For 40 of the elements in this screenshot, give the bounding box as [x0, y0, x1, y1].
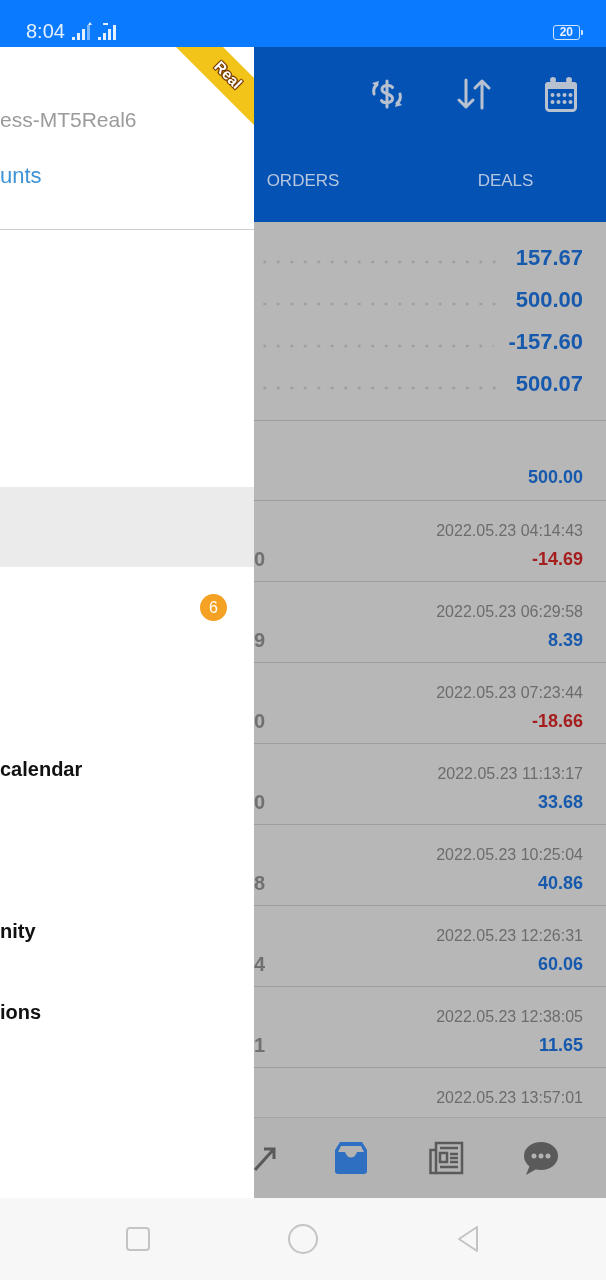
deal-profit: -18.66	[531, 710, 583, 732]
accounts-link[interactable]: unts	[0, 162, 42, 190]
count-badge: 6	[200, 594, 227, 621]
deal-profit: 60.06	[537, 953, 583, 975]
deal-time: 2022.05.23 12:38:05	[436, 1007, 583, 1027]
deal-profit: 40.86	[537, 872, 583, 894]
menu-item[interactable]: 6	[0, 567, 254, 648]
summary-value: -157.60	[508, 329, 583, 355]
menu-item[interactable]: nity	[0, 891, 254, 972]
deal-column-cell: 9	[254, 629, 266, 651]
summary-value: 500.00	[515, 287, 583, 313]
deal-time: 2022.05.23 04:14:43	[436, 521, 583, 541]
deal-column-cell: 0	[254, 548, 266, 570]
deal-column-cell: 1	[254, 1034, 266, 1056]
total-value: 500.00	[527, 466, 583, 488]
deal-profit: 8.39	[547, 629, 583, 651]
deal-column-cell: 8	[254, 872, 266, 894]
summary-value: 157.67	[515, 245, 583, 271]
deal-time: 2022.05.23 06:29:58	[436, 602, 583, 622]
tab[interactable]: ORDERS	[254, 140, 352, 222]
deal-time: 2022.05.23 07:23:44	[436, 683, 583, 703]
menu-item[interactable]: calendar	[0, 729, 254, 810]
deal-profit: -14.69	[531, 548, 583, 570]
deal-column-cell: 0	[254, 710, 266, 732]
deal-time: 2022.05.23 10:25:04	[436, 845, 583, 865]
deal-time: 2022.05.23 11:13:17	[437, 764, 583, 784]
deal-time: 2022.05.23 12:26:31	[436, 926, 583, 946]
deal-profit: 33.68	[537, 791, 583, 813]
battery-indicator: 20	[552, 25, 580, 40]
deal-column-cell: 4	[254, 953, 266, 975]
summary-value: 500.07	[515, 371, 583, 397]
signal-strength-icon	[70, 22, 93, 40]
signal-strength-icon	[96, 22, 119, 40]
tab[interactable]: DEALS	[405, 140, 606, 222]
deal-profit: 11.65	[538, 1034, 583, 1056]
menu-item[interactable]: ions	[0, 972, 254, 1053]
server-name: ess-MT5Real6	[0, 107, 138, 133]
deal-time: 2022.05.23 13:57:01	[436, 1088, 583, 1108]
status-time: 8:04	[26, 20, 65, 42]
deal-column-cell: 0	[254, 791, 266, 813]
